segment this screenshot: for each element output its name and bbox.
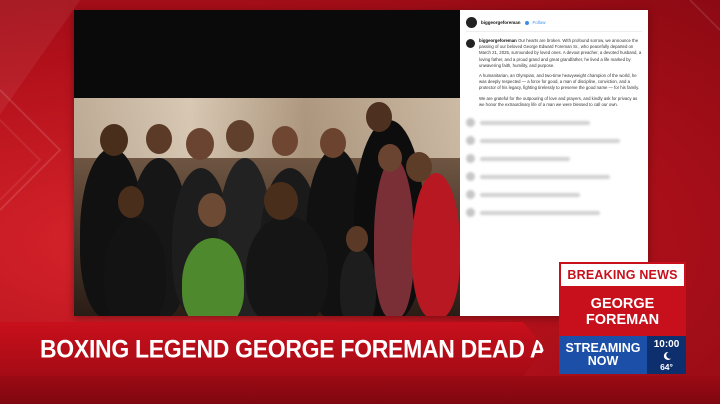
caption-paragraph: We are grateful for the outpouring of lo… — [479, 95, 638, 107]
streaming-now-box: STREAMING NOW — [559, 336, 647, 374]
comment-row — [466, 118, 642, 128]
post-header: biggeorgeforeman Follow — [466, 14, 642, 32]
subject-name-line2: FOREMAN — [585, 312, 660, 328]
verified-badge-icon — [524, 20, 529, 25]
comment-row — [466, 172, 642, 182]
caption-avatar-icon[interactable] — [466, 39, 475, 48]
breaking-news-badge: BREAKING NEWS — [559, 262, 686, 288]
temperature: 64° — [660, 361, 673, 372]
headline: BOXING LEGEND GEORGE FOREMAN DEAD AT 76 — [40, 334, 590, 363]
post-username[interactable]: biggeorgeforeman — [481, 20, 521, 25]
caption-username[interactable]: biggeorgeforeman — [479, 38, 517, 43]
subject-name-box: GEORGE FOREMAN — [559, 288, 686, 336]
caption-paragraph: A humanitarian, an Olympian, and two-tim… — [479, 73, 640, 91]
post-photo-pane — [74, 10, 460, 316]
comment-row — [466, 154, 642, 164]
family-photo — [74, 98, 460, 316]
time-weather-box: 10:00 64° — [647, 336, 686, 374]
streaming-line2: NOW — [587, 354, 619, 368]
comment-row — [466, 190, 642, 200]
subject-name-line1: GEORGE — [590, 296, 655, 312]
lower-third-headline-bar: BOXING LEGEND GEORGE FOREMAN DEAD AT 76 — [0, 322, 545, 376]
avatar-icon[interactable] — [466, 17, 477, 28]
comment-row — [466, 208, 642, 218]
breaking-news-label: BREAKING NEWS — [567, 268, 678, 282]
bottom-strip — [0, 376, 720, 404]
comment-row — [466, 136, 642, 146]
clock-time: 10:00 — [653, 338, 680, 350]
follow-button[interactable]: Follow — [533, 20, 546, 25]
blurred-comments — [466, 118, 642, 218]
post-caption: biggeorgeforeman Our hearts are broken. … — [466, 38, 642, 112]
moon-icon — [663, 351, 671, 360]
